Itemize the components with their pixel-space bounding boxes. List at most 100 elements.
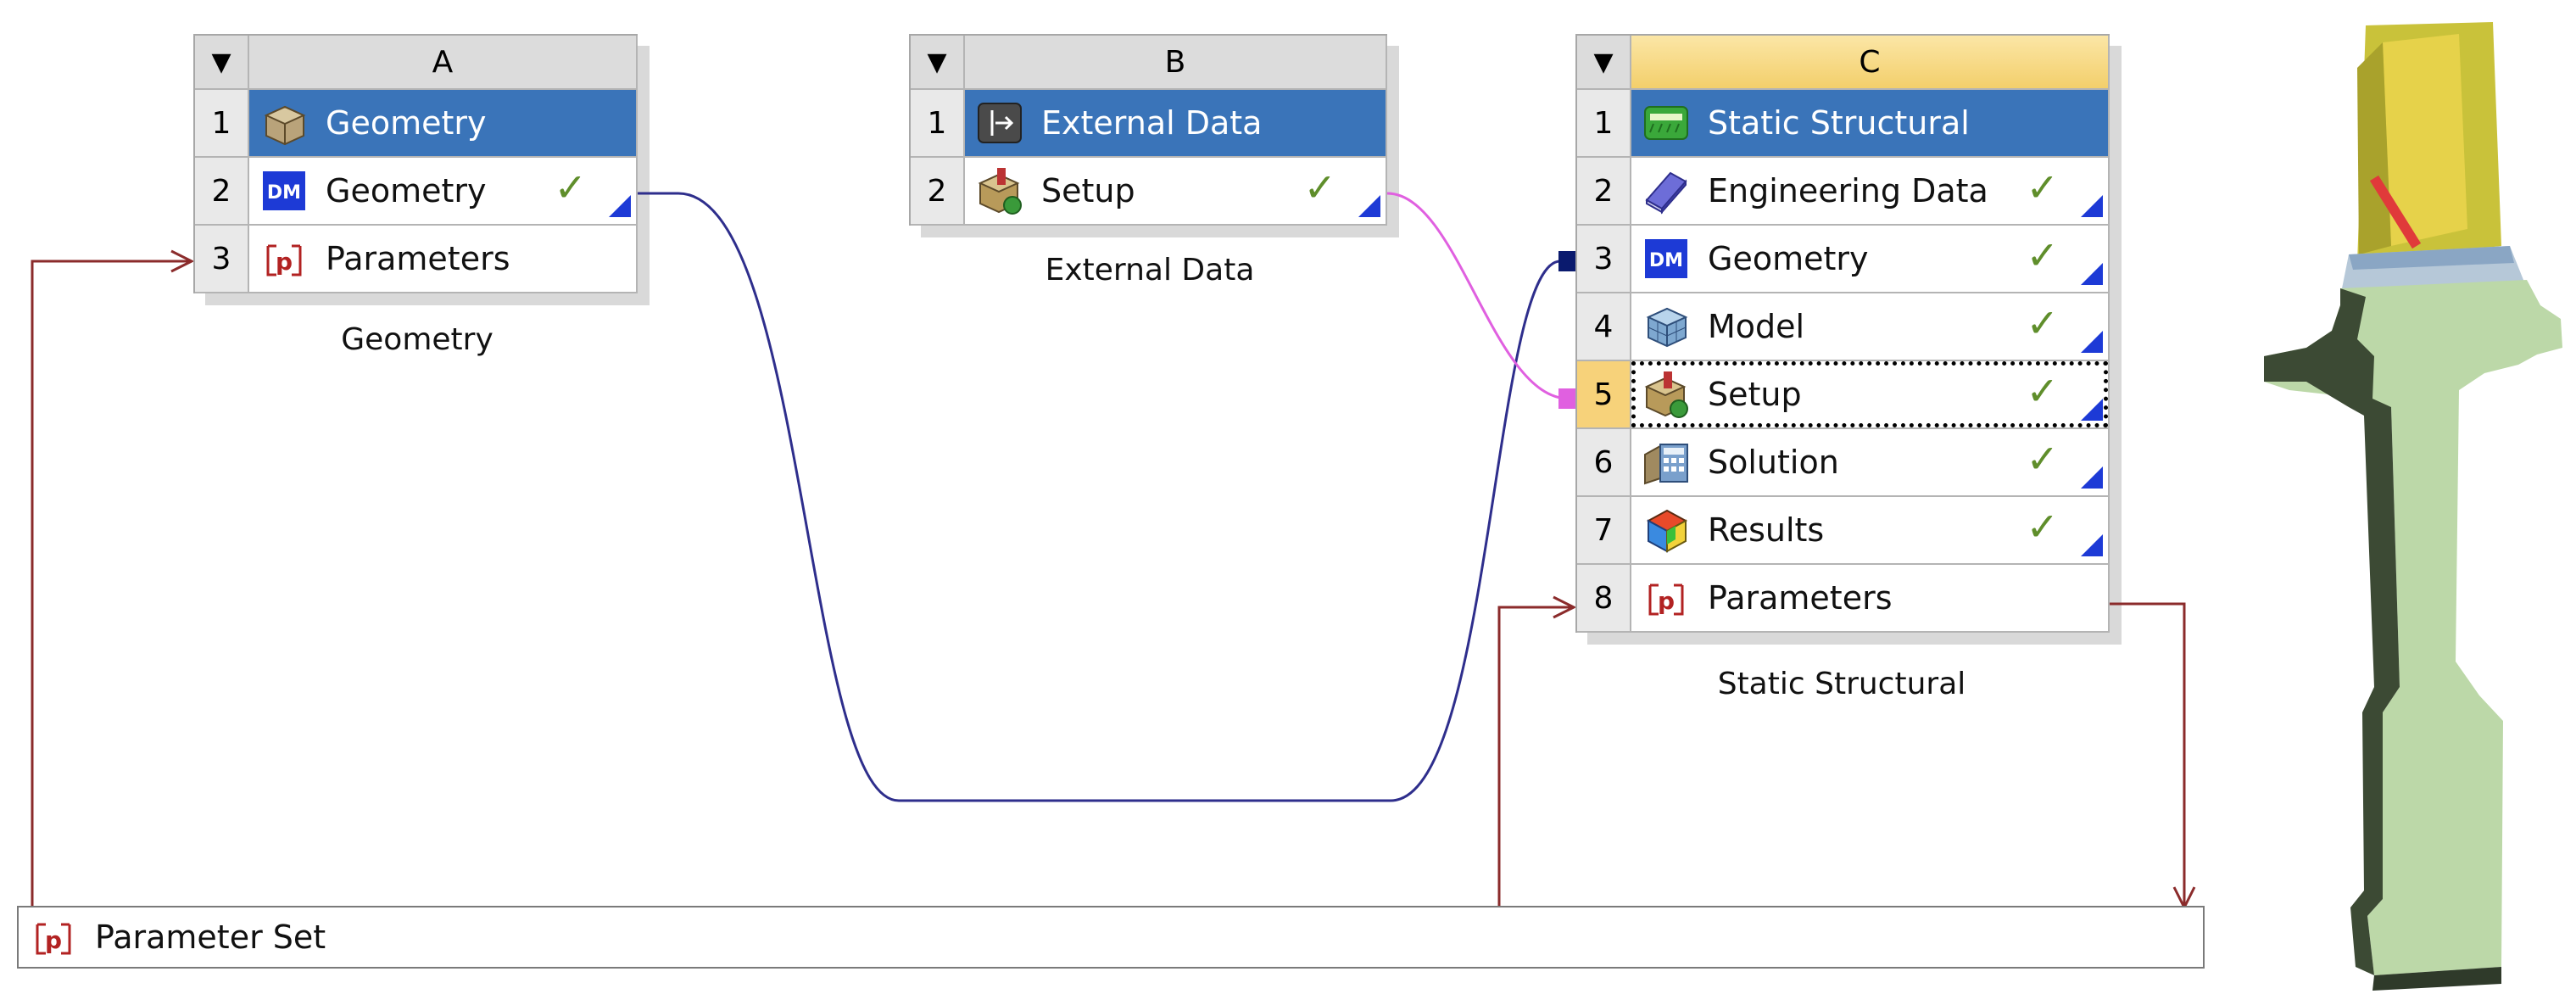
row-number: 7 — [1577, 497, 1631, 563]
cell-row[interactable]: 8 p Parameters — [1577, 565, 2110, 633]
system-menu-dropdown[interactable]: ▼ — [195, 36, 249, 88]
system-letter: C — [1859, 44, 1881, 80]
row-number: 3 — [195, 226, 249, 292]
cell-setup-selected[interactable]: Setup ✓ — [1631, 361, 2108, 427]
cell-label: External Data — [1041, 104, 1263, 142]
cell-row[interactable]: 1 Geometry — [195, 90, 638, 158]
svg-text:DM: DM — [267, 182, 301, 204]
row-number: 3 — [1577, 226, 1631, 292]
geometry-box-icon — [259, 98, 309, 148]
system-table: ▼ B 1 External Data 2 Setup ✓ — [909, 34, 1399, 237]
cell-parameters[interactable]: p Parameters — [249, 226, 636, 292]
system-c-static-structural[interactable]: ▼ C 1 Static Structural 2 Engineering Da… — [1575, 34, 2122, 645]
parameters-icon: p — [1642, 573, 1691, 623]
cell-parameters[interactable]: p Parameters — [1631, 565, 2108, 631]
cell-label: Parameters — [326, 240, 510, 277]
system-caption-external-data[interactable]: External Data — [1045, 253, 1255, 288]
cell-model[interactable]: Model ✓ — [1631, 293, 2108, 360]
svg-text:p: p — [45, 926, 62, 954]
system-menu-dropdown[interactable]: ▼ — [1577, 36, 1631, 88]
cell-row[interactable]: 7 Results ✓ — [1577, 497, 2110, 565]
cell-corner-triangle-icon — [2081, 263, 2103, 285]
system-a-geometry[interactable]: ▼ A 1 Geometry 2 DM Geometry ✓ 3 p Param… — [193, 34, 650, 305]
parameter-link-set-to-a3 — [31, 260, 190, 906]
cell-corner-triangle-icon — [2081, 331, 2103, 353]
cell-label: Static Structural — [1708, 104, 1970, 142]
system-header[interactable]: ▼ C — [1577, 36, 2110, 90]
setup-icon — [975, 166, 1024, 215]
cell-row[interactable]: 1 Static Structural — [1577, 90, 2110, 158]
system-table: ▼ C 1 Static Structural 2 Engineering Da… — [1575, 34, 2122, 645]
cell-row[interactable]: 2 DM Geometry ✓ — [195, 158, 638, 226]
cell-row[interactable]: 2 Setup ✓ — [911, 158, 1387, 226]
cell-label: Setup — [1041, 172, 1135, 209]
cell-label: Solution — [1708, 444, 1839, 481]
results-cube-icon — [1642, 505, 1691, 555]
setup-icon — [1642, 370, 1691, 419]
cell-row[interactable]: 4 Model ✓ — [1577, 293, 2110, 361]
cell-label: Setup — [1708, 376, 1802, 413]
system-caption-geometry[interactable]: Geometry — [341, 322, 493, 357]
cell-label: Model — [1708, 308, 1805, 345]
cell-label: Engineering Data — [1708, 172, 1988, 209]
row-number: 2 — [195, 158, 249, 224]
up-to-date-check-icon: ✓ — [554, 165, 587, 210]
up-to-date-check-icon: ✓ — [2026, 436, 2059, 482]
cell-row[interactable]: 2 Engineering Data ✓ — [1577, 158, 2110, 226]
cell-static-structural-system[interactable]: Static Structural — [1631, 90, 2108, 156]
system-header[interactable]: ▼ B — [911, 36, 1387, 90]
static-structural-icon — [1642, 98, 1691, 148]
external-data-icon — [975, 98, 1024, 148]
solution-calculator-icon — [1642, 438, 1691, 487]
cell-row[interactable]: 5 Setup ✓ — [1577, 361, 2110, 429]
row-number: 1 — [195, 90, 249, 156]
system-menu-dropdown[interactable]: ▼ — [911, 36, 965, 88]
up-to-date-check-icon: ✓ — [2026, 300, 2059, 346]
cell-geometry[interactable]: DM Geometry ✓ — [1631, 226, 2108, 292]
svg-text:p: p — [1658, 587, 1675, 615]
disk-section — [2264, 280, 2562, 975]
cell-label: Geometry — [1708, 240, 1869, 277]
parameter-set-bar[interactable]: p Parameter Set — [17, 906, 2205, 969]
row-number: 1 — [911, 90, 965, 156]
cell-engineering-data[interactable]: Engineering Data ✓ — [1631, 158, 2108, 224]
up-to-date-check-icon: ✓ — [2026, 504, 2059, 550]
row-number: 8 — [1577, 565, 1631, 631]
chevron-down-icon: ▼ — [927, 47, 947, 77]
cell-geometry-system[interactable]: Geometry — [249, 90, 636, 156]
cell-row[interactable]: 3 p Parameters — [195, 226, 638, 293]
cell-results[interactable]: Results ✓ — [1631, 497, 2108, 563]
system-b-external-data[interactable]: ▼ B 1 External Data 2 Setup ✓ — [909, 34, 1399, 237]
chevron-down-icon: ▼ — [211, 47, 231, 77]
parameters-icon: p — [259, 234, 309, 283]
cell-row[interactable]: 1 External Data — [911, 90, 1387, 158]
cell-corner-triangle-icon — [609, 195, 631, 217]
up-to-date-check-icon: ✓ — [2026, 165, 2059, 210]
data-link-b2-c5 — [1386, 192, 1570, 400]
cell-corner-triangle-icon — [2081, 534, 2103, 556]
parameter-set-label: Parameter Set — [95, 919, 326, 956]
system-letter: B — [1164, 44, 1186, 80]
cell-solution[interactable]: Solution ✓ — [1631, 429, 2108, 495]
cell-row[interactable]: 6 Solution ✓ — [1577, 429, 2110, 497]
cell-label: Geometry — [326, 172, 487, 209]
designmodeler-dm-icon: DM — [259, 166, 309, 215]
model-mesh-icon — [1642, 302, 1691, 351]
cell-row[interactable]: 3 DM Geometry ✓ — [1577, 226, 2110, 293]
system-caption-static-structural[interactable]: Static Structural — [1718, 667, 1966, 701]
system-header[interactable]: ▼ A — [195, 36, 638, 90]
parameter-link-set-to-c8 — [1497, 606, 1572, 906]
cell-corner-triangle-icon — [2081, 195, 2103, 217]
cell-geometry[interactable]: DM Geometry ✓ — [249, 158, 636, 224]
cell-corner-triangle-icon — [1358, 195, 1380, 217]
engineering-data-book-icon — [1642, 166, 1691, 215]
cell-setup[interactable]: Setup ✓ — [965, 158, 1386, 224]
designmodeler-dm-icon: DM — [1642, 234, 1691, 283]
cell-external-data-system[interactable]: External Data — [965, 90, 1386, 156]
up-to-date-check-icon: ✓ — [2026, 232, 2059, 278]
up-to-date-check-icon: ✓ — [1303, 165, 1336, 210]
cell-label: Geometry — [326, 104, 487, 142]
turbine-blade-model-image — [2264, 22, 2562, 991]
svg-text:DM: DM — [1649, 250, 1683, 271]
cell-corner-triangle-icon — [2081, 466, 2103, 489]
